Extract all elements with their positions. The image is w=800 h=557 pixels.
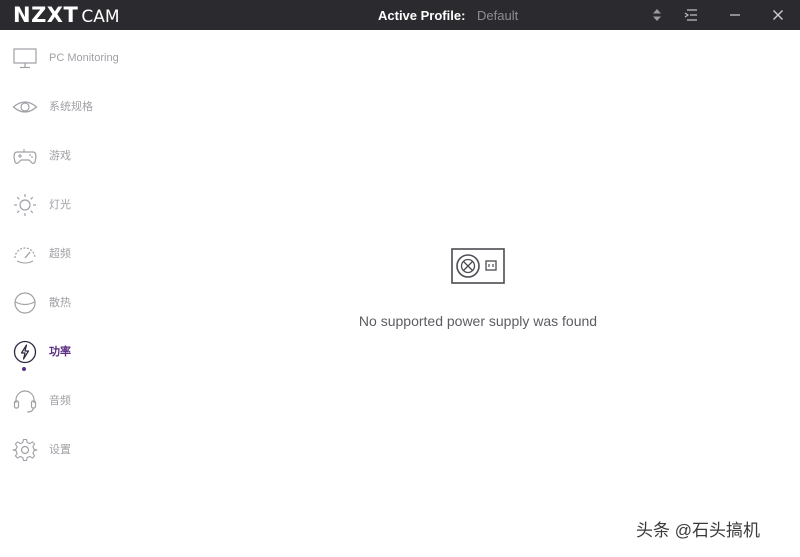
minimize-icon <box>730 14 740 16</box>
empty-state-message: No supported power supply was found <box>358 313 598 329</box>
sidebar-item-pc-monitoring[interactable]: PC Monitoring <box>0 38 140 78</box>
menu-icon <box>684 9 697 21</box>
speedometer-icon <box>14 247 36 264</box>
sidebar-item-label: 散热 <box>49 297 71 309</box>
logo-main: NZXT <box>13 3 79 27</box>
logo-sub: CAM <box>81 7 120 27</box>
sort-button[interactable] <box>647 5 667 25</box>
title-bar: NZXT CAM Active Profile: Default <box>0 0 800 30</box>
minimize-button[interactable] <box>725 5 745 25</box>
gear-icon <box>12 438 38 462</box>
sidebar-item-label: 系统规格 <box>49 101 93 113</box>
sidebar-item-settings[interactable]: 设置 <box>0 430 140 470</box>
sidebar-item-audio[interactable]: 音频 <box>0 381 140 421</box>
eye-icon <box>12 101 38 113</box>
close-button[interactable] <box>768 5 788 25</box>
sidebar-item-label: 游戏 <box>49 150 71 162</box>
profile-label: Active Profile: <box>378 8 466 23</box>
sidebar-item-power[interactable]: 功率 <box>0 332 140 372</box>
fan-icon <box>14 292 36 314</box>
sidebar-item-games[interactable]: 游戏 <box>0 136 140 176</box>
sort-icon <box>653 9 661 21</box>
sidebar-item-label: 超频 <box>49 248 71 260</box>
gamepad-icon <box>13 149 37 164</box>
sidebar-item-lighting[interactable]: 灯光 <box>0 185 140 225</box>
power-supply-icon <box>451 248 505 284</box>
sidebar-item-label: PC Monitoring <box>49 52 119 64</box>
profile-value[interactable]: Default <box>477 8 518 23</box>
sidebar: PC Monitoring 系统规格 游戏 灯光 超频 散热 功率 音频 设置 <box>0 30 140 557</box>
monitor-icon <box>13 48 37 69</box>
lightning-icon <box>13 340 37 364</box>
sun-icon <box>14 194 36 216</box>
sidebar-item-label: 灯光 <box>49 199 71 211</box>
sidebar-item-system-specs[interactable]: 系统规格 <box>0 87 140 127</box>
close-icon <box>773 10 783 20</box>
sidebar-item-label: 音频 <box>49 395 71 407</box>
active-profile[interactable]: Active Profile: Default <box>378 8 518 23</box>
sidebar-item-overclocking[interactable]: 超频 <box>0 234 140 274</box>
headset-icon <box>13 390 37 413</box>
menu-button[interactable] <box>681 5 701 25</box>
app-logo: NZXT CAM <box>13 3 120 27</box>
sidebar-item-cooling[interactable]: 散热 <box>0 283 140 323</box>
sidebar-item-label: 功率 <box>49 346 71 358</box>
sidebar-item-label: 设置 <box>49 444 71 456</box>
watermark: 头条 @石头搞机 <box>636 521 760 540</box>
active-indicator <box>22 367 26 371</box>
